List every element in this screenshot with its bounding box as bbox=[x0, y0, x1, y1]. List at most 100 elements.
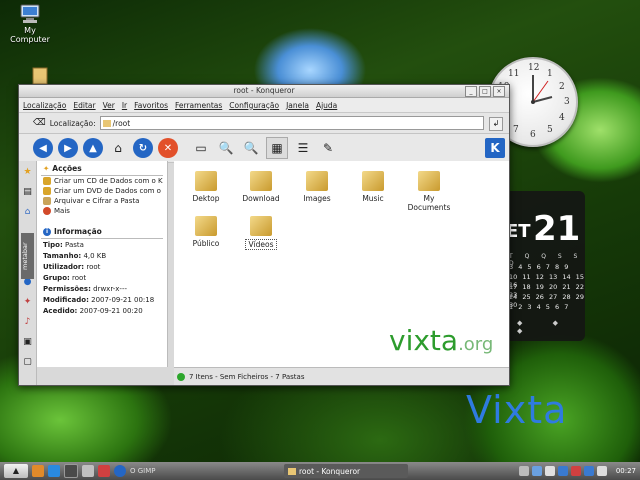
network-tab-icon[interactable]: ● bbox=[21, 277, 34, 291]
close-button[interactable]: × bbox=[493, 86, 505, 97]
reload-icon[interactable]: ↻ bbox=[133, 138, 153, 158]
menu-ajuda[interactable]: Ajuda bbox=[316, 101, 337, 110]
window-body: ★ ▤ ⌂ metabar ● ✦ ♪ ▣ ▢ ✦ Acções Criar u… bbox=[19, 161, 509, 385]
home-icon[interactable]: ⌂ bbox=[108, 138, 128, 158]
clipboard-icon[interactable] bbox=[544, 466, 555, 476]
location-label: Localização: bbox=[49, 118, 96, 128]
clock-number: 12 bbox=[528, 63, 540, 73]
folder-icon bbox=[102, 119, 111, 127]
clock-number: 11 bbox=[508, 69, 520, 79]
clear-location-icon[interactable]: ⌫ bbox=[33, 118, 46, 128]
stop-icon[interactable]: ✕ bbox=[158, 138, 178, 158]
menu-ferramentas[interactable]: Ferramentas bbox=[175, 101, 222, 110]
info-section-header: i Informação bbox=[37, 224, 167, 238]
file-item-desktop[interactable]: Dektop bbox=[176, 171, 236, 203]
volume-icon[interactable] bbox=[531, 466, 542, 476]
public-folder-icon bbox=[195, 216, 217, 236]
calendar-nav[interactable]: ◆ ◆ ◆ bbox=[517, 319, 585, 335]
skype-icon[interactable] bbox=[48, 465, 60, 477]
history-tab-icon[interactable]: ▤ bbox=[21, 187, 34, 201]
globe-icon[interactable] bbox=[114, 465, 126, 477]
media-tab-icon[interactable]: ♪ bbox=[21, 317, 34, 331]
action-item[interactable]: Criar um CD de Dados com o K bbox=[37, 176, 167, 186]
folder-icon bbox=[29, 66, 51, 86]
desktop-icon-my-computer[interactable]: My Computer bbox=[6, 4, 54, 44]
file-label: Vídeos bbox=[245, 239, 277, 250]
update-icon[interactable] bbox=[570, 466, 581, 476]
file-item-download[interactable]: Download bbox=[231, 171, 291, 203]
services-tab-icon[interactable]: ✦ bbox=[21, 297, 34, 311]
network-icon[interactable] bbox=[557, 466, 568, 476]
metabar-panel: ✦ Acções Criar um CD de Dados com o K Cr… bbox=[37, 161, 168, 367]
display-icon[interactable] bbox=[583, 466, 594, 476]
file-item-videos[interactable]: Vídeos bbox=[231, 216, 291, 250]
window-title: root - Konqueror bbox=[233, 86, 295, 95]
monitor-icon[interactable] bbox=[596, 466, 607, 476]
minimize-button[interactable]: _ bbox=[465, 86, 477, 97]
menu-janela[interactable]: Janela bbox=[286, 101, 309, 110]
calendar-widget: ET 21 T Q Q S S D 3 4 5 6 7 8 9 10 11 12… bbox=[503, 191, 585, 341]
print-icon[interactable]: ▭ bbox=[191, 138, 211, 158]
file-item-music[interactable]: Music bbox=[343, 171, 403, 203]
action-item[interactable]: Mais bbox=[37, 206, 167, 216]
icon-view-icon[interactable]: ▦ bbox=[266, 137, 288, 159]
menu-favoritos[interactable]: Favoritos bbox=[134, 101, 168, 110]
cd-burn-icon bbox=[43, 177, 51, 185]
file-item-my-documents[interactable]: My Documents bbox=[399, 171, 459, 212]
calendar-row: 1 2 3 4 5 6 7 bbox=[509, 303, 569, 311]
menu-configuracao[interactable]: Configuração bbox=[229, 101, 279, 110]
info-row: Tamanho: 4,0 KB bbox=[43, 251, 107, 260]
actions-section-header: ✦ Acções bbox=[37, 161, 167, 175]
status-bar: 7 Itens - Sem Ficheiros - 7 Pastas bbox=[174, 367, 509, 385]
clock-number: 3 bbox=[564, 97, 570, 107]
menu-localizacao[interactable]: Localização bbox=[23, 101, 66, 110]
zoom-in-icon[interactable]: 🔍 bbox=[216, 138, 236, 158]
maximize-button[interactable]: □ bbox=[479, 86, 491, 97]
root-tab-icon[interactable]: ▢ bbox=[21, 357, 34, 371]
home-tab-icon[interactable]: ⌂ bbox=[21, 207, 34, 221]
detail-view-icon[interactable]: ☰ bbox=[293, 138, 313, 158]
metabar-tab[interactable]: metabar bbox=[21, 233, 34, 279]
file-item-images[interactable]: Images bbox=[287, 171, 347, 203]
window-titlebar[interactable]: root - Konqueror _ □ × bbox=[19, 85, 509, 98]
forward-icon[interactable]: ▶ bbox=[58, 138, 78, 158]
location-input[interactable]: /root bbox=[99, 116, 484, 130]
info-row: Acedido: 2007-09-21 00:20 bbox=[43, 306, 143, 315]
firefox-icon[interactable] bbox=[32, 465, 44, 477]
action-item[interactable]: Arquivar e Cifrar a Pasta bbox=[37, 196, 167, 206]
zoom-out-icon[interactable]: 🔍 bbox=[241, 138, 261, 158]
up-icon[interactable]: ▲ bbox=[83, 138, 103, 158]
edit-icon[interactable]: ✎ bbox=[318, 138, 338, 158]
action-label: Criar um CD de Dados com o K bbox=[54, 177, 163, 185]
gimp-launcher[interactable]: O GIMP bbox=[130, 467, 155, 475]
back-icon[interactable]: ◀ bbox=[33, 138, 53, 158]
terminal-icon[interactable] bbox=[64, 464, 78, 478]
file-view: Dektop Download Images Music My Document… bbox=[174, 161, 509, 367]
clock-number: 1 bbox=[547, 69, 553, 79]
location-value: /root bbox=[112, 118, 131, 128]
media-icon[interactable] bbox=[98, 465, 110, 477]
file-label: Público bbox=[192, 239, 220, 248]
taskbar-window-button[interactable]: root - Konqueror bbox=[284, 464, 408, 478]
taskbar: ▲ O GIMP root - Konqueror 00:27 bbox=[0, 462, 640, 480]
start-menu-button[interactable]: ▲ bbox=[4, 464, 28, 478]
menu-ver[interactable]: Ver bbox=[103, 101, 115, 110]
file-item-publico[interactable]: Público bbox=[176, 216, 236, 248]
clock-text[interactable]: 00:27 bbox=[616, 467, 636, 475]
bookmarks-tab-icon[interactable]: ★ bbox=[21, 167, 34, 181]
file-label: Music bbox=[362, 194, 384, 203]
desktop-background: My Computer 12 1 2 3 4 5 6 7 8 9 10 11 E… bbox=[0, 0, 640, 480]
file-manager-icon[interactable] bbox=[82, 465, 94, 477]
archive-icon bbox=[43, 197, 51, 205]
keyboard-icon[interactable] bbox=[518, 466, 529, 476]
clock-number: 7 bbox=[513, 125, 519, 135]
konqueror-icon bbox=[288, 467, 296, 475]
info-row: Permissões: drwxr-x--- bbox=[43, 284, 127, 293]
file-label: Dektop bbox=[192, 194, 220, 203]
go-button[interactable]: ↲ bbox=[489, 117, 503, 131]
music-folder-icon bbox=[362, 171, 384, 191]
action-item[interactable]: Criar um DVD de Dados com o bbox=[37, 186, 167, 196]
menu-editar[interactable]: Editar bbox=[73, 101, 95, 110]
devices-tab-icon[interactable]: ▣ bbox=[21, 337, 34, 351]
menu-ir[interactable]: Ir bbox=[122, 101, 127, 110]
